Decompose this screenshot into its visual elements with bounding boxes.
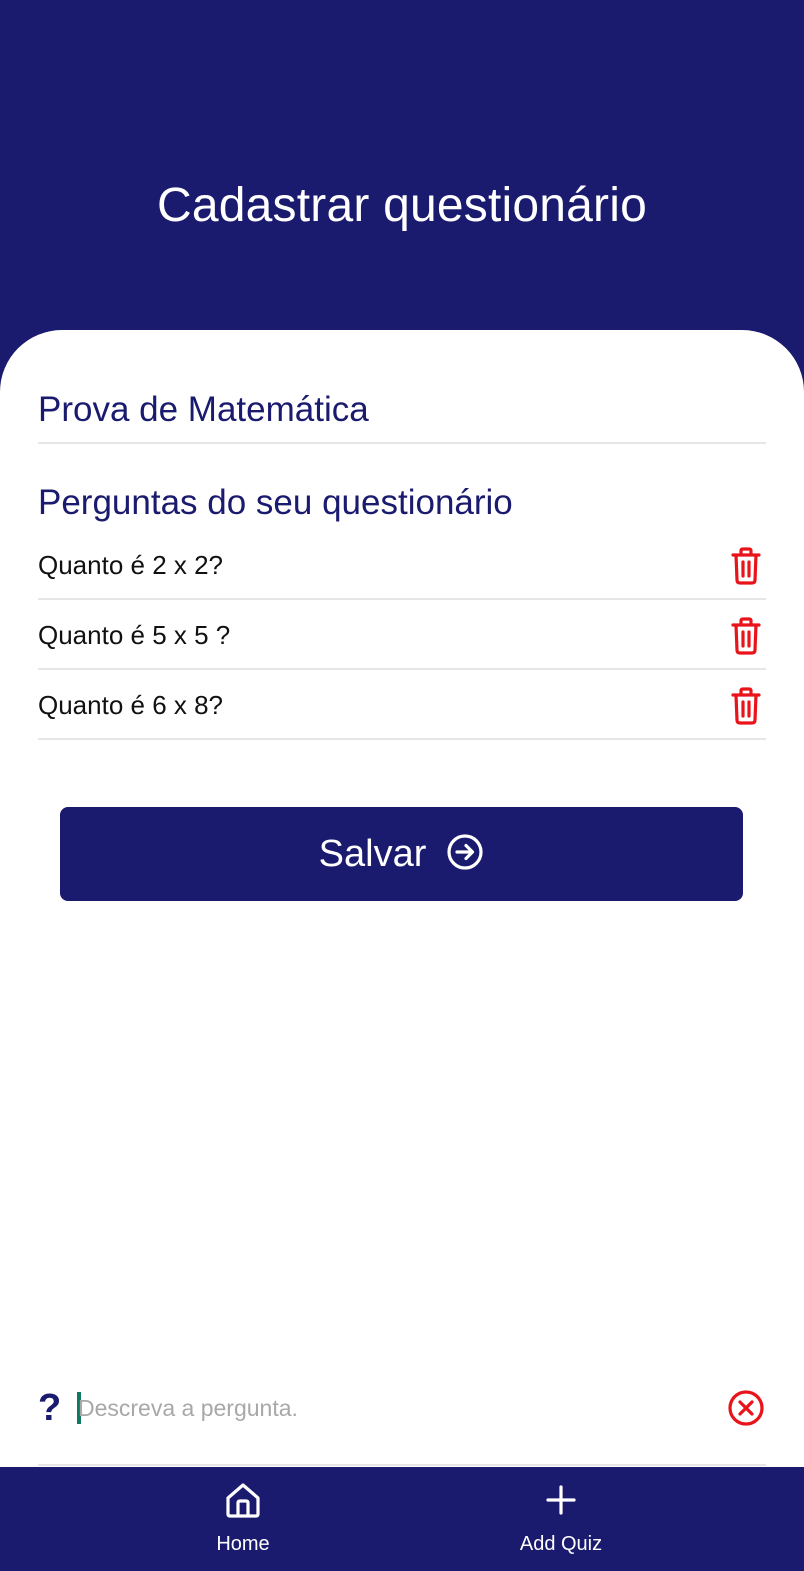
nav-label-add-quiz: Add Quiz (519, 1533, 603, 1555)
app-screen: Cadastrar questionário Prova de Matemáti… (0, 0, 804, 1571)
questions-section-title: Perguntas do seu questionário (38, 483, 513, 522)
nav-item-add-quiz[interactable]: Add Quiz (481, 1481, 641, 1556)
arrow-circle-right-icon (446, 833, 484, 876)
save-button-label: Salvar (318, 833, 427, 875)
question-mark-icon: ? (38, 1387, 62, 1429)
question-text: Quanto é 2 x 2? (38, 550, 224, 580)
trash-icon[interactable] (726, 616, 766, 656)
page-title: Cadastrar questionário (156, 179, 647, 232)
save-button[interactable]: Salvar (60, 807, 743, 901)
questions-list: Quanto é 2 x 2? Quanto é 5 x 5 ? Quanto … (38, 530, 766, 740)
quiz-name-field[interactable]: Prova de Matemática (38, 390, 766, 444)
question-text: Quanto é 6 x 8? (38, 690, 224, 720)
question-input-row: ? (38, 1370, 766, 1466)
bottom-navigation: Home Add Quiz (0, 1467, 804, 1571)
question-input[interactable] (78, 1388, 678, 1428)
question-item: Quanto é 5 x 5 ? (38, 600, 766, 670)
nav-item-home[interactable]: Home (163, 1481, 323, 1556)
plus-icon (542, 1481, 580, 1524)
clear-circle-icon[interactable] (726, 1388, 766, 1428)
question-text: Quanto é 5 x 5 ? (38, 620, 231, 650)
nav-label-home: Home (216, 1533, 270, 1555)
trash-icon[interactable] (726, 546, 766, 586)
home-icon (224, 1481, 262, 1524)
content-card: Prova de Matemática Perguntas do seu que… (0, 330, 804, 1467)
question-item: Quanto é 2 x 2? (38, 530, 766, 600)
question-item: Quanto é 6 x 8? (38, 670, 766, 740)
trash-icon[interactable] (726, 686, 766, 726)
header: Cadastrar questionário (0, 0, 804, 360)
